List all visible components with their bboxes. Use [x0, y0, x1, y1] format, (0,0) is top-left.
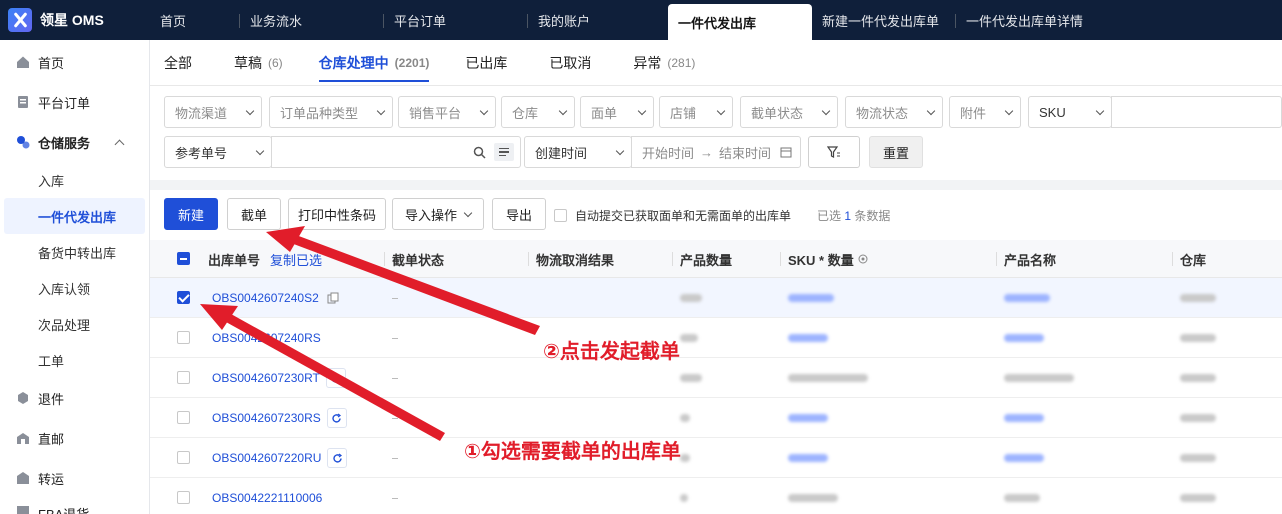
annotation-step1: ①勾选需要截单的出库单: [464, 439, 681, 463]
annotation-step2: ②点击发起截单: [543, 339, 680, 363]
arrow-to-intercept-button: [266, 226, 540, 335]
arrow-to-row-checkbox: [200, 304, 445, 441]
